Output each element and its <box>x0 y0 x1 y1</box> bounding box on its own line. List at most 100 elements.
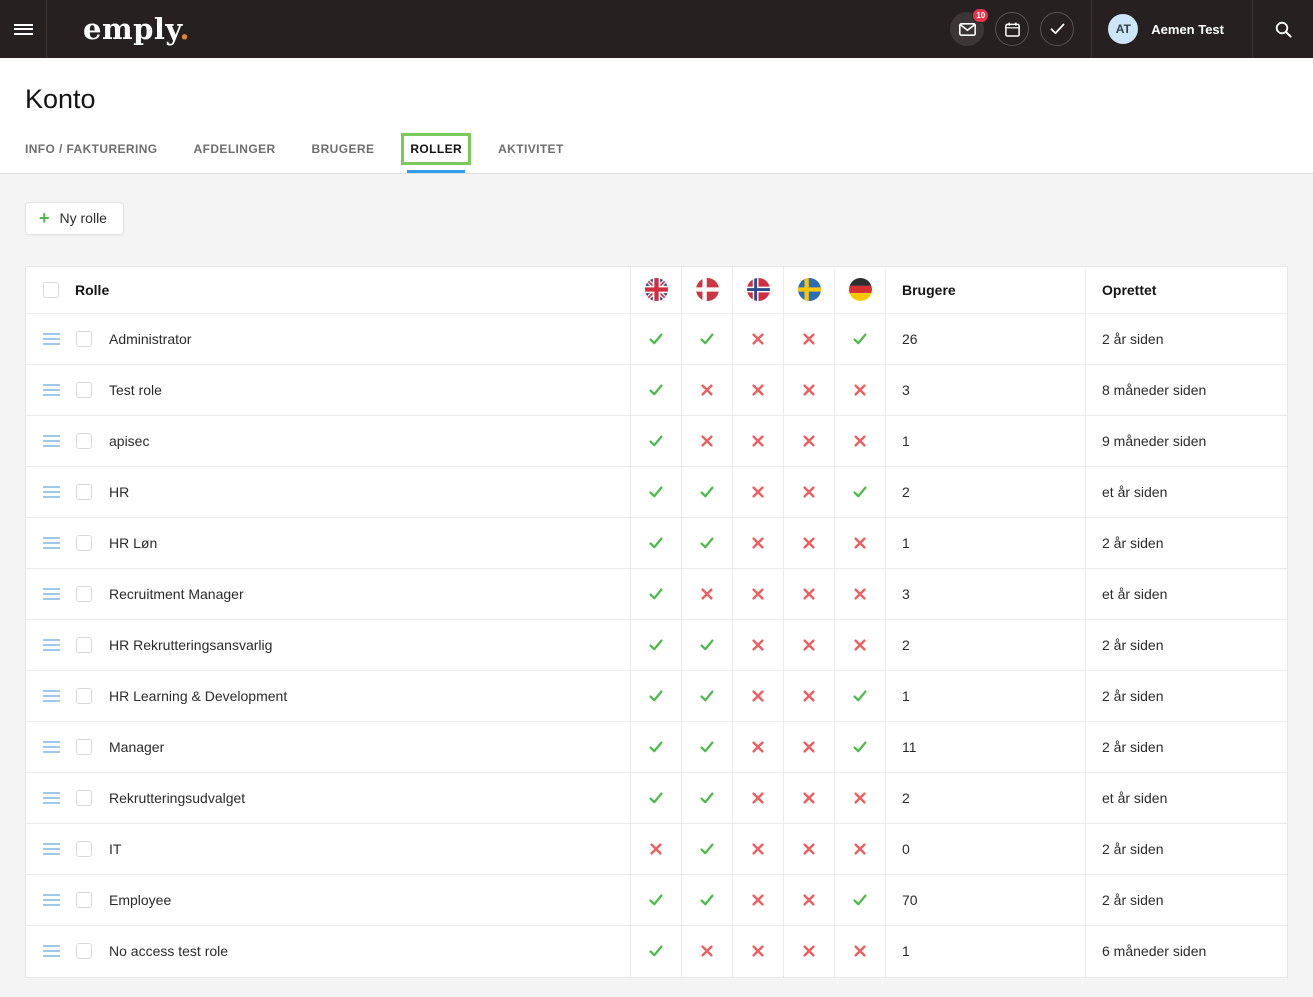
drag-handle-icon[interactable] <box>43 738 60 756</box>
drag-handle-icon[interactable] <box>43 381 60 399</box>
created-ago: et år siden <box>1085 773 1287 823</box>
row-checkbox[interactable] <box>76 433 92 449</box>
row-checkbox[interactable] <box>76 586 92 602</box>
tasks-button[interactable] <box>1040 12 1074 46</box>
denied-cross-icon <box>801 484 817 500</box>
table-row[interactable]: Administrator 26 2 år siden <box>26 314 1287 365</box>
select-all-checkbox[interactable] <box>43 282 59 298</box>
table-row[interactable]: HR 2 et år siden <box>26 467 1287 518</box>
allowed-check-icon <box>648 331 664 347</box>
drag-handle-icon[interactable] <box>43 840 60 858</box>
drag-handle-icon[interactable] <box>43 432 60 450</box>
lang-uk-allowed <box>630 722 681 772</box>
drag-handle-icon[interactable] <box>43 687 60 705</box>
drag-handle-icon[interactable] <box>43 330 60 348</box>
row-checkbox[interactable] <box>76 688 92 704</box>
page-title: Konto <box>0 58 1313 115</box>
row-checkbox[interactable] <box>76 331 92 347</box>
role-name: HR Løn <box>109 535 157 551</box>
drag-handle-icon[interactable] <box>43 789 60 807</box>
row-checkbox[interactable] <box>76 382 92 398</box>
lang-dk-allowed <box>681 518 732 568</box>
role-name: Employee <box>109 892 171 908</box>
table-row[interactable]: No access test role 1 6 måneder siden <box>26 926 1287 977</box>
row-checkbox[interactable] <box>76 943 92 959</box>
hamburger-menu-button[interactable] <box>0 0 47 58</box>
new-role-button[interactable]: + Ny rolle <box>25 202 124 235</box>
users-count: 3 <box>885 365 1085 415</box>
drag-handle-icon[interactable] <box>43 942 60 960</box>
search-button[interactable] <box>1253 21 1313 38</box>
denied-cross-icon <box>801 688 817 704</box>
denied-cross-icon <box>852 943 868 959</box>
row-checkbox[interactable] <box>76 484 92 500</box>
avatar: AT <box>1108 14 1138 44</box>
lang-uk-allowed <box>630 518 681 568</box>
user-menu[interactable]: AT Aemen Test <box>1092 14 1252 44</box>
allowed-check-icon <box>699 790 715 806</box>
topbar: emply. 10 AT Aemen Test <box>0 0 1313 58</box>
denied-cross-icon <box>801 943 817 959</box>
lang-se-denied <box>783 365 834 415</box>
lang-dk-allowed <box>681 671 732 721</box>
denied-cross-icon <box>801 331 817 347</box>
lang-se-denied <box>783 518 834 568</box>
table-row[interactable]: HR Løn 1 2 år siden <box>26 518 1287 569</box>
table-row[interactable]: Test role 3 8 måneder siden <box>26 365 1287 416</box>
uk-flag-icon <box>645 278 668 301</box>
lang-dk-allowed <box>681 773 732 823</box>
new-role-label: Ny rolle <box>60 210 107 226</box>
tab-afdelinger[interactable]: AFDELINGER <box>194 136 276 173</box>
role-name: apisec <box>109 433 149 449</box>
row-checkbox[interactable] <box>76 790 92 806</box>
table-row[interactable]: Manager 11 2 år siden <box>26 722 1287 773</box>
created-ago: 2 år siden <box>1085 824 1287 874</box>
table-row[interactable]: IT 0 2 år siden <box>26 824 1287 875</box>
created-ago: 2 år siden <box>1085 875 1287 925</box>
table-row[interactable]: apisec 1 9 måneder siden <box>26 416 1287 467</box>
tab-brugere[interactable]: BRUGERE <box>312 136 375 173</box>
row-checkbox[interactable] <box>76 892 92 908</box>
table-row[interactable]: HR Rekrutteringsansvarlig 2 2 år siden <box>26 620 1287 671</box>
page-head: Konto INFO / FAKTURERING AFDELINGER BRUGER… <box>0 58 1313 174</box>
row-checkbox[interactable] <box>76 739 92 755</box>
drag-handle-icon[interactable] <box>43 891 60 909</box>
app-logo[interactable]: emply. <box>83 15 190 44</box>
search-icon <box>1275 21 1292 38</box>
calendar-button[interactable] <box>995 12 1029 46</box>
lang-uk-allowed <box>630 773 681 823</box>
lang-no-denied <box>732 518 783 568</box>
lang-dk-allowed <box>681 314 732 364</box>
users-count: 3 <box>885 569 1085 619</box>
tab-label: ROLLER <box>410 142 462 156</box>
denied-cross-icon <box>852 790 868 806</box>
denied-cross-icon <box>699 943 715 959</box>
row-checkbox[interactable] <box>76 841 92 857</box>
drag-handle-icon[interactable] <box>43 483 60 501</box>
table-row[interactable]: Employee 70 2 år siden <box>26 875 1287 926</box>
drag-handle-icon[interactable] <box>43 534 60 552</box>
tab-aktivitet[interactable]: AKTIVITET <box>498 136 564 173</box>
lang-no-denied <box>732 314 783 364</box>
drag-handle-icon[interactable] <box>43 636 60 654</box>
denied-cross-icon <box>648 841 664 857</box>
denied-cross-icon <box>852 586 868 602</box>
table-row[interactable]: Rekrutteringsudvalget 2 et år siden <box>26 773 1287 824</box>
denied-cross-icon <box>750 535 766 551</box>
tab-label: BRUGERE <box>312 142 375 156</box>
roles-table: Rolle Brugere Oprettet Administrator 26 … <box>25 266 1288 978</box>
row-checkbox[interactable] <box>76 535 92 551</box>
tab-label: AFDELINGER <box>194 142 276 156</box>
lang-de-allowed <box>834 875 885 925</box>
mail-button[interactable]: 10 <box>950 12 984 46</box>
table-row[interactable]: HR Learning & Development 1 2 år siden <box>26 671 1287 722</box>
denied-cross-icon <box>852 637 868 653</box>
allowed-check-icon <box>852 892 868 908</box>
allowed-check-icon <box>699 535 715 551</box>
drag-handle-icon[interactable] <box>43 585 60 603</box>
table-row[interactable]: Recruitment Manager 3 et år siden <box>26 569 1287 620</box>
row-checkbox[interactable] <box>76 637 92 653</box>
users-count: 1 <box>885 926 1085 977</box>
tab-info-fakturering[interactable]: INFO / FAKTURERING <box>25 136 158 173</box>
tab-roller[interactable]: ROLLER <box>410 136 462 173</box>
